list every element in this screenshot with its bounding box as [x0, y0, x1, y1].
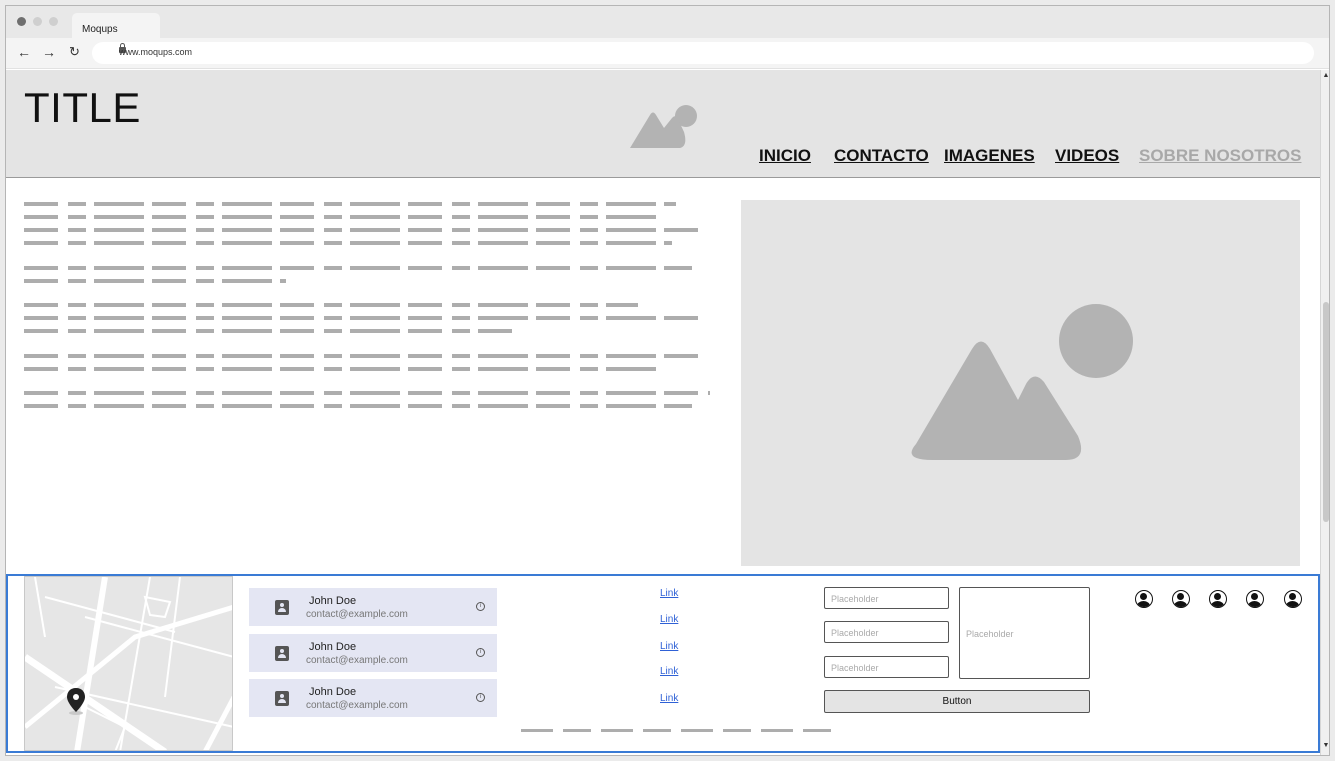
user-avatar-icon[interactable] — [1246, 590, 1264, 608]
window-maximize-dot[interactable] — [49, 17, 58, 26]
address-bar: ← → ↻ www.moqups.com — [6, 38, 1329, 69]
footer-link[interactable]: Link — [660, 641, 678, 652]
text-line — [24, 404, 692, 408]
user-avatar-icon[interactable] — [1284, 590, 1302, 608]
textarea-placeholder: Placeholder — [966, 629, 1014, 639]
logo-image-icon — [630, 105, 697, 148]
footer-link[interactable]: Link — [660, 666, 678, 677]
text-line — [24, 241, 672, 245]
info-icon[interactable]: i — [476, 693, 485, 702]
user-avatar-icon[interactable] — [1172, 590, 1190, 608]
main-content — [6, 179, 1320, 573]
reload-icon[interactable]: ↻ — [69, 45, 80, 59]
scrollbar-thumb[interactable] — [1323, 302, 1329, 522]
info-icon[interactable]: i — [476, 648, 485, 657]
user-avatar-icon[interactable] — [1209, 590, 1227, 608]
text-line — [24, 316, 698, 320]
nav-videos[interactable]: VIDEOS — [1055, 146, 1119, 166]
footer-link[interactable]: Link — [660, 614, 678, 625]
text-line — [24, 303, 638, 307]
text-line — [24, 329, 512, 333]
footer-link[interactable]: Link — [660, 588, 678, 599]
title-bar: Moqups — [6, 6, 1329, 39]
vertical-scrollbar[interactable]: ▲ ▼ — [1320, 70, 1329, 755]
text-line — [24, 266, 692, 270]
text-input[interactable]: Placeholder — [824, 621, 949, 643]
page-header: TITLE INICIO CONTACTO IMAGENES VIDEOS SO… — [6, 70, 1320, 178]
submit-button[interactable]: Button — [824, 690, 1090, 713]
text-line — [24, 215, 660, 219]
forward-arrow-icon[interactable]: → — [42, 45, 56, 59]
text-input[interactable]: Placeholder — [824, 656, 949, 678]
contact-name: John Doe — [309, 641, 357, 653]
url-field[interactable]: www.moqups.com — [92, 42, 1314, 64]
text-line — [24, 367, 660, 371]
nav-sobre-nosotros[interactable]: SOBRE NOSOTROS — [1139, 146, 1301, 166]
contact-card[interactable]: John Doe contact@example.com i — [249, 634, 497, 672]
browser-window: Moqups ← → ↻ www.moqups.com TITLE INICIO… — [5, 5, 1330, 756]
image-icon — [911, 304, 1133, 460]
user-avatar-icon[interactable] — [1135, 590, 1153, 608]
contact-icon — [275, 646, 289, 661]
text-input[interactable]: Placeholder — [824, 587, 949, 609]
input-placeholder: Placeholder — [831, 594, 879, 604]
map-image — [25, 577, 232, 750]
contact-card[interactable]: John Doe contact@example.com i — [249, 679, 497, 717]
text-line — [24, 354, 698, 358]
image-placeholder — [741, 200, 1300, 566]
map-pin-icon — [67, 688, 85, 715]
nav-imagenes[interactable]: IMAGENES — [944, 146, 1035, 166]
url-text: www.moqups.com — [119, 47, 193, 57]
info-icon[interactable]: i — [476, 602, 485, 611]
text-line — [24, 391, 710, 395]
text-line — [24, 202, 676, 206]
contact-card[interactable]: John Doe contact@example.com i — [249, 588, 497, 626]
textarea-field[interactable]: Placeholder — [959, 587, 1090, 679]
contact-name: John Doe — [309, 595, 357, 607]
contact-email: contact@example.com — [306, 655, 408, 666]
nav-contacto[interactable]: CONTACTO — [834, 146, 929, 166]
browser-tab[interactable]: Moqups — [72, 13, 160, 39]
window-close-dot[interactable] — [17, 17, 26, 26]
input-placeholder: Placeholder — [831, 628, 879, 638]
contact-name: John Doe — [309, 686, 357, 698]
page-title: TITLE — [24, 84, 141, 131]
scroll-up-arrow-icon[interactable]: ▲ — [1322, 72, 1329, 79]
footer: John Doe contact@example.com i John Doe … — [6, 574, 1320, 753]
nav-inicio[interactable]: INICIO — [759, 146, 811, 166]
back-arrow-icon[interactable]: ← — [17, 45, 31, 59]
footer-text-line — [521, 729, 836, 732]
window-minimize-dot[interactable] — [33, 17, 42, 26]
input-placeholder: Placeholder — [831, 663, 879, 673]
scroll-down-arrow-icon[interactable]: ▼ — [1322, 742, 1329, 749]
text-line — [24, 279, 286, 283]
contact-email: contact@example.com — [306, 609, 408, 620]
footer-link[interactable]: Link — [660, 693, 678, 704]
map-widget[interactable] — [24, 576, 233, 751]
contact-email: contact@example.com — [306, 700, 408, 711]
contact-icon — [275, 691, 289, 706]
text-line — [24, 228, 702, 232]
contact-icon — [275, 600, 289, 615]
